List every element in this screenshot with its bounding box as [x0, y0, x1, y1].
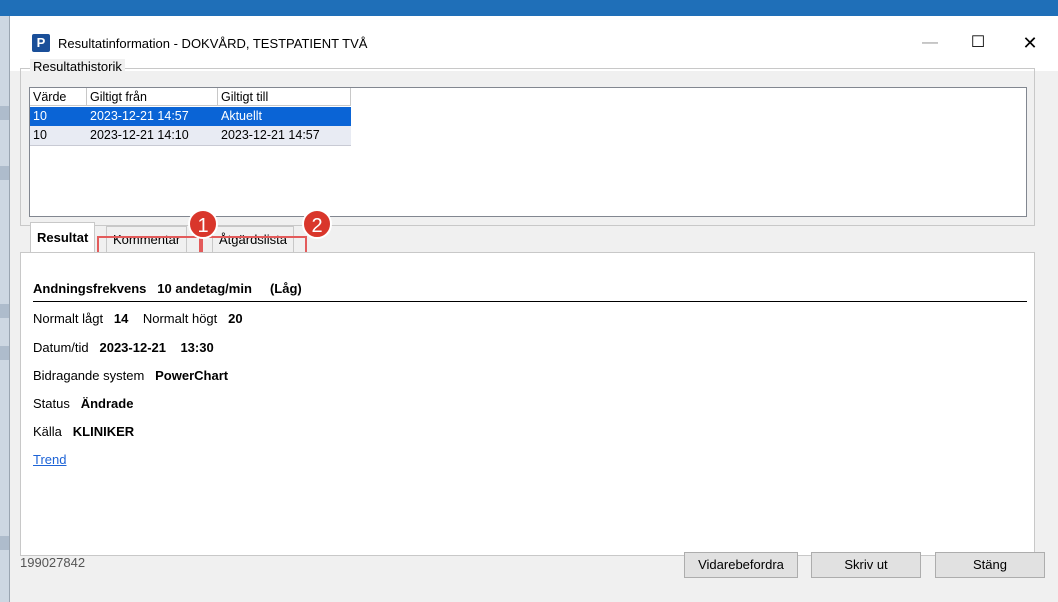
trend-link[interactable]: Trend — [33, 452, 66, 467]
table-row[interactable]: 10 2023-12-21 14:57 Aktuellt — [30, 107, 351, 126]
background-segment — [0, 166, 9, 180]
system-line: Bidragande system PowerChart — [33, 368, 228, 383]
tab-resultat[interactable]: Resultat — [30, 222, 96, 253]
column-header-valid-from[interactable]: Giltigt från — [87, 88, 218, 106]
result-flag: (Låg) — [269, 281, 302, 296]
cell-value: 10 — [33, 128, 47, 142]
record-id: 199027842 — [20, 555, 86, 570]
source-line: Källa KLINIKER — [33, 424, 134, 439]
title-bar: P Resultatinformation - DOKVÅRD, TESTPAT… — [10, 16, 1058, 71]
background-app-sidebar — [0, 16, 9, 602]
system-value: PowerChart — [155, 368, 229, 383]
cell-valid-from: 2023-12-21 14:57 — [90, 109, 189, 123]
source-label: Källa — [33, 424, 62, 439]
source-value: KLINIKER — [72, 424, 135, 439]
column-header-value[interactable]: Värde — [30, 88, 87, 106]
minimize-button[interactable]: — — [910, 28, 950, 58]
normal-low-value: 14 — [113, 311, 129, 326]
datetime-label: Datum/tid — [33, 340, 89, 355]
status-line: Status Ändrade — [33, 396, 133, 411]
normal-low-label: Normalt lågt — [33, 311, 104, 326]
result-value: 10 andetag/min — [157, 281, 252, 296]
cell-valid-from: 2023-12-21 14:10 — [90, 128, 189, 142]
system-label: Bidragande system — [33, 368, 145, 383]
result-history-list[interactable]: Värde Giltigt från Giltigt till 10 2023-… — [29, 87, 1027, 217]
background-segment — [0, 304, 9, 318]
result-panel: Andningsfrekvens 10 andetag/min (Låg) No… — [20, 252, 1035, 556]
result-history-label: Resultathistorik — [30, 59, 125, 74]
cell-value: 10 — [33, 109, 47, 123]
datetime-time: 13:30 — [180, 340, 214, 355]
cell-valid-to: 2023-12-21 14:57 — [221, 128, 320, 142]
separator-line — [33, 301, 1027, 302]
maximize-button[interactable]: ☐ — [958, 28, 998, 58]
forward-button[interactable]: Vidarebefordra — [684, 552, 798, 578]
annotation-badge-2: 2 — [302, 209, 332, 239]
background-app-header — [0, 0, 1058, 16]
status-label: Status — [33, 396, 70, 411]
background-segment — [0, 346, 9, 360]
normal-high-value: 20 — [228, 311, 243, 326]
print-button[interactable]: Skriv ut — [811, 552, 921, 578]
window-title: Resultatinformation - DOKVÅRD, TESTPATIE… — [58, 36, 368, 51]
annotation-badge-1: 1 — [188, 209, 218, 239]
datetime-date: 2023-12-21 — [99, 340, 166, 355]
list-header: Värde Giltigt från Giltigt till — [30, 88, 351, 106]
normal-high-label: Normalt högt — [142, 311, 218, 326]
normal-range-line: Normalt lågt 14 Normalt högt 20 — [33, 311, 243, 326]
background-segment — [0, 536, 9, 550]
app-icon: P — [32, 34, 50, 52]
column-header-valid-to[interactable]: Giltigt till — [218, 88, 351, 106]
cell-valid-to: Aktuellt — [221, 109, 262, 123]
close-window-button[interactable]: ✕ — [1010, 28, 1050, 58]
status-value: Ändrade — [80, 396, 134, 411]
table-row[interactable]: 10 2023-12-21 14:10 2023-12-21 14:57 — [30, 126, 351, 146]
datetime-line: Datum/tid 2023-12-21 13:30 — [33, 340, 214, 355]
result-name: Andningsfrekvens — [33, 281, 147, 296]
background-segment — [0, 106, 9, 120]
close-button[interactable]: Stäng — [935, 552, 1045, 578]
result-header-line: Andningsfrekvens 10 andetag/min (Låg) — [33, 281, 302, 296]
